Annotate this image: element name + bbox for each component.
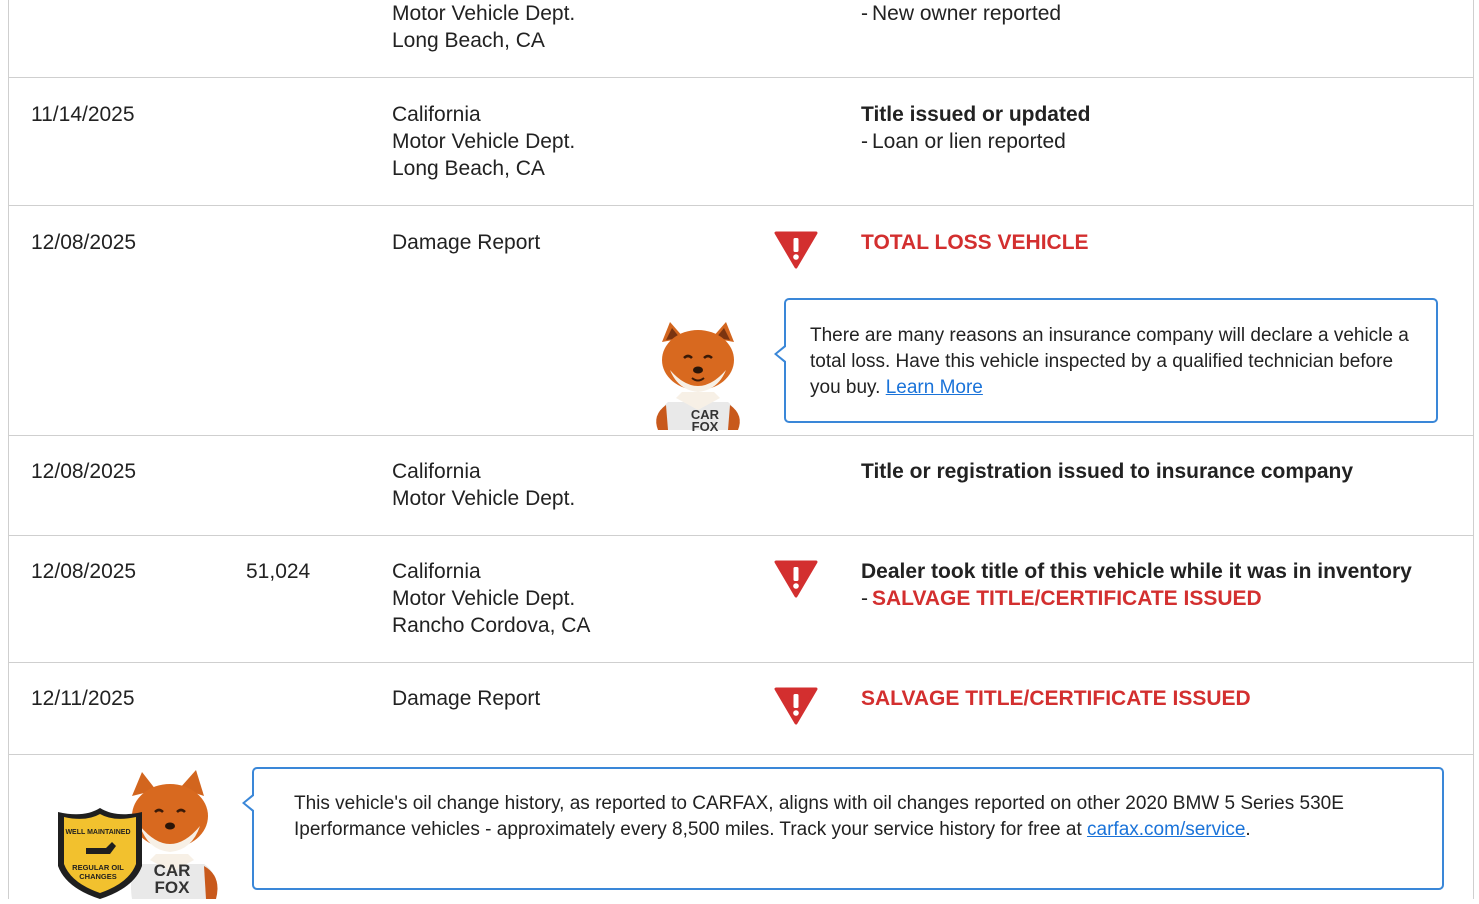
badge-text: WELL MAINTAINED <box>65 829 130 836</box>
source-cell: Motor Vehicle Dept. Long Beach, CA <box>392 0 575 54</box>
oil-badge-mascot: CAR FOX WELL MAINTAINED REGULAR OIL CHAN… <box>54 766 229 899</box>
odometer-cell: 51,024 <box>246 560 311 583</box>
source-cell: California Motor Vehicle Dept. <box>392 458 575 512</box>
warning-triangle-icon <box>774 231 818 271</box>
table-row: 12/08/2025 California Motor Vehicle Dept… <box>8 435 1473 536</box>
comments-cell: Dealer took title of this vehicle while … <box>861 560 1412 610</box>
carfax-service-link[interactable]: carfax.com/service <box>1087 819 1245 840</box>
source-line: Motor Vehicle Dept. <box>392 2 576 25</box>
comment-title: TOTAL LOSS VEHICLE <box>861 231 1089 254</box>
source-line: Motor Vehicle Dept. <box>392 130 576 153</box>
learn-more-link[interactable]: Learn More <box>886 377 983 398</box>
table-row: 12/11/2025 Damage Report SALVAGE TITLE/C… <box>8 662 1473 755</box>
badge-text: CHANGES <box>79 872 117 881</box>
oil-change-section: CAR FOX WELL MAINTAINED REGULAR OIL CHAN… <box>8 754 1473 899</box>
warning-triangle-icon <box>774 687 818 727</box>
source-cell: Damage Report <box>392 229 540 256</box>
date-cell: 11/14/2025 <box>31 103 135 126</box>
source-cell: California Motor Vehicle Dept. Long Beac… <box>392 101 575 182</box>
mascot-shirt-text: FOX <box>692 419 719 434</box>
source-line: Damage Report <box>392 231 541 254</box>
table-row: 11/14/2025 California Motor Vehicle Dept… <box>8 77 1473 206</box>
comment-title: SALVAGE TITLE/CERTIFICATE ISSUED <box>861 687 1251 710</box>
source-line: California <box>392 560 481 583</box>
comment-alert-line: SALVAGE TITLE/CERTIFICATE ISSUED <box>872 587 1262 610</box>
date-cell: 12/08/2025 <box>31 460 137 483</box>
comment-title: Title or registration issued to insuranc… <box>861 460 1354 483</box>
date-cell: 12/08/2025 <box>31 560 137 583</box>
comment-line: New owner reported <box>872 2 1062 25</box>
warning-triangle-icon <box>774 560 818 600</box>
comment-line: Loan or lien reported <box>872 130 1066 153</box>
date-cell: 12/08/2025 <box>31 231 137 254</box>
comment-title: Title issued or updated <box>861 103 1091 126</box>
comments-cell: Title issued or updated - Loan or lien re… <box>861 103 1091 153</box>
source-line: Rancho Cordova, CA <box>392 614 591 637</box>
table-row: 12/08/2025 Damage Report TOTAL LOSS VEHI… <box>8 205 1473 436</box>
oil-change-tip: This vehicle's oil change history, as re… <box>242 767 1444 890</box>
oil-note-tail: . <box>1245 819 1251 840</box>
source-cell: Damage Report <box>392 685 540 712</box>
source-line: Damage Report <box>392 687 541 710</box>
comments-cell: - New owner reported <box>861 2 1062 25</box>
table-row: 12/08/2025 51,024 California Motor Vehic… <box>8 535 1473 663</box>
source-cell: California Motor Vehicle Dept. Rancho Co… <box>392 558 590 639</box>
source-line: Motor Vehicle Dept. <box>392 587 576 610</box>
source-line: Motor Vehicle Dept. <box>392 487 576 510</box>
comment-title: Dealer took title of this vehicle while … <box>861 560 1412 583</box>
source-line: Long Beach, CA <box>392 29 545 52</box>
total-loss-tip: There are many reasons an insurance comp… <box>774 298 1438 423</box>
carfox-mascot: CAR FOX <box>648 320 748 435</box>
source-line: California <box>392 460 481 483</box>
date-cell: 12/11/2025 <box>31 687 135 710</box>
source-line: California <box>392 103 481 126</box>
badge-text: REGULAR OIL <box>72 863 124 872</box>
mascot-shirt-text: FOX <box>155 878 191 897</box>
source-line: Long Beach, CA <box>392 157 545 180</box>
table-row: Motor Vehicle Dept. Long Beach, CA - New … <box>8 0 1473 78</box>
